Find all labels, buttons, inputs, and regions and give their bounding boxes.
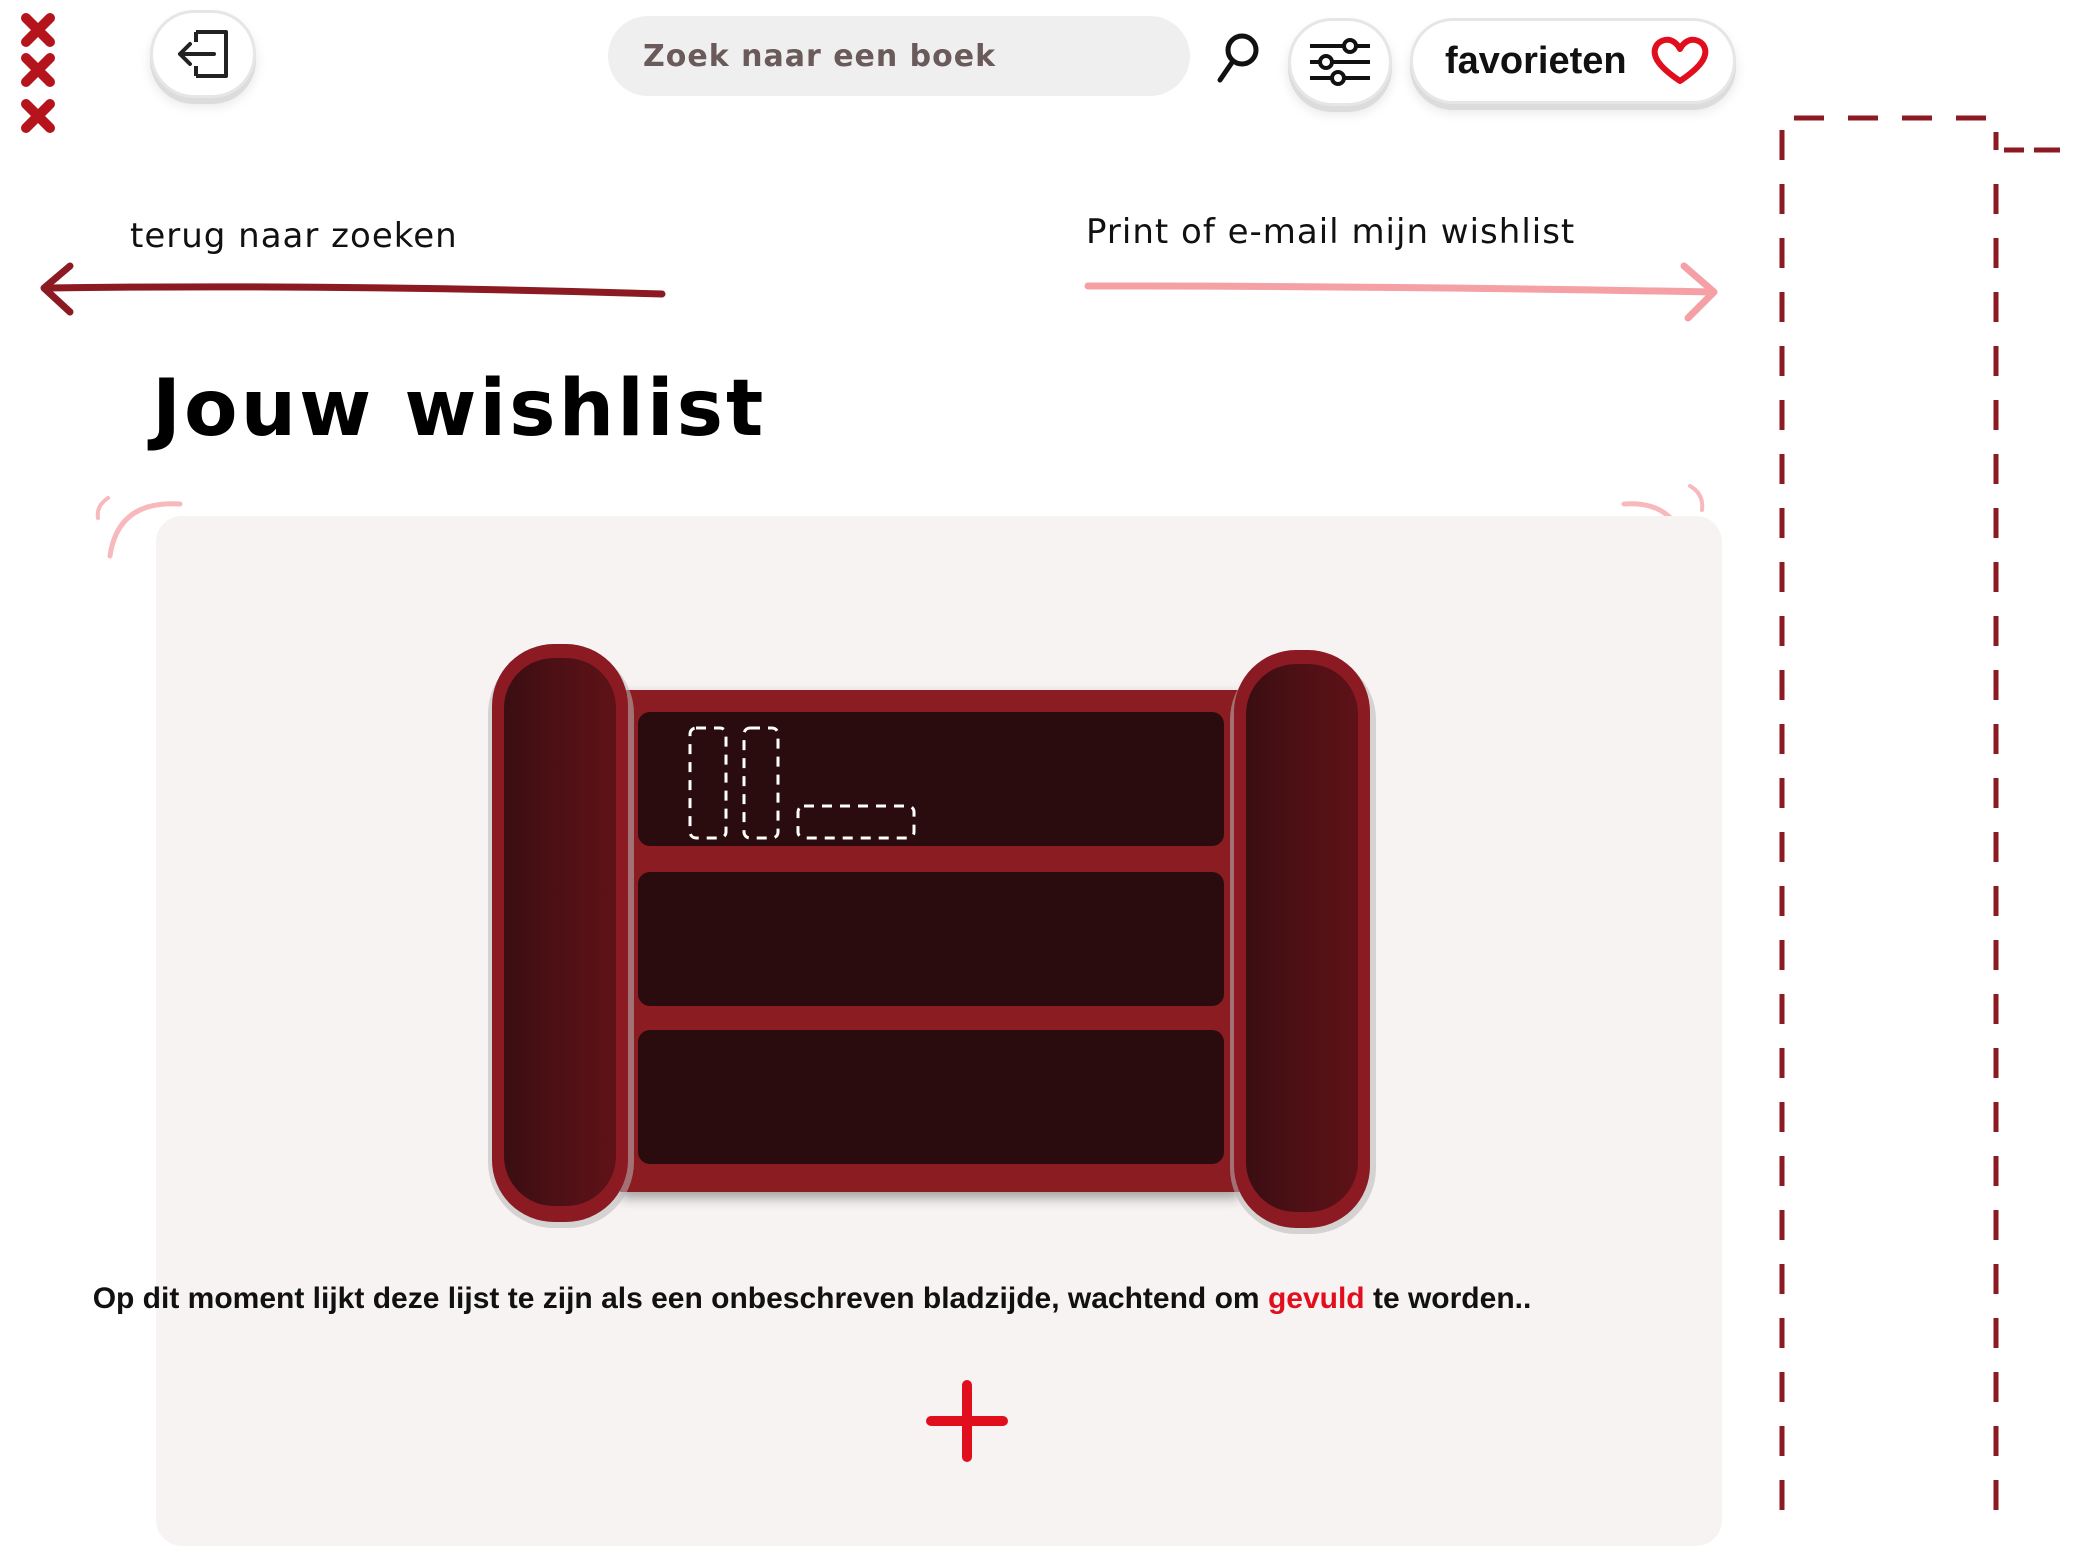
cross-icon <box>21 99 55 133</box>
favorites-label: favorieten <box>1445 39 1627 82</box>
empty-message-suffix: te worden.. <box>1364 1282 1532 1315</box>
search-box <box>608 16 1190 96</box>
empty-message-highlight: gevuld <box>1267 1282 1365 1315</box>
logout-button[interactable] <box>150 10 256 98</box>
sliders-icon <box>1310 38 1370 86</box>
back-to-search-link[interactable]: terug naar zoeken <box>38 210 678 320</box>
search-input[interactable] <box>641 37 1190 75</box>
print-link-label: Print of e-mail mijn wishlist <box>1086 212 1576 252</box>
favorites-button[interactable]: favorieten <box>1410 18 1736 104</box>
empty-bookshelf-illustration <box>488 644 1376 1234</box>
arrow-left-icon <box>40 262 666 316</box>
filter-button[interactable] <box>1288 18 1392 106</box>
add-book-button[interactable] <box>922 1376 1012 1466</box>
decorative-dashed-frame <box>1779 115 2060 1510</box>
plus-icon <box>926 1380 1008 1462</box>
logout-icon <box>178 30 228 78</box>
empty-message-text: Op dit moment lijkt deze lijst te zijn a… <box>92 1282 1268 1315</box>
back-link-label: terug naar zoeken <box>130 216 458 256</box>
search-button[interactable] <box>1212 30 1264 86</box>
empty-state-message: Op dit moment lijkt deze lijst te zijn a… <box>0 1282 1624 1316</box>
magnifier-icon <box>1217 33 1259 83</box>
cross-icon <box>21 53 55 87</box>
arrow-right-icon <box>1084 262 1718 322</box>
heart-icon <box>1651 36 1708 84</box>
page-title: Jouw wishlist <box>152 364 767 454</box>
print-email-wishlist-link[interactable]: Print of e-mail mijn wishlist <box>1084 206 1724 324</box>
cross-icon <box>21 13 55 47</box>
